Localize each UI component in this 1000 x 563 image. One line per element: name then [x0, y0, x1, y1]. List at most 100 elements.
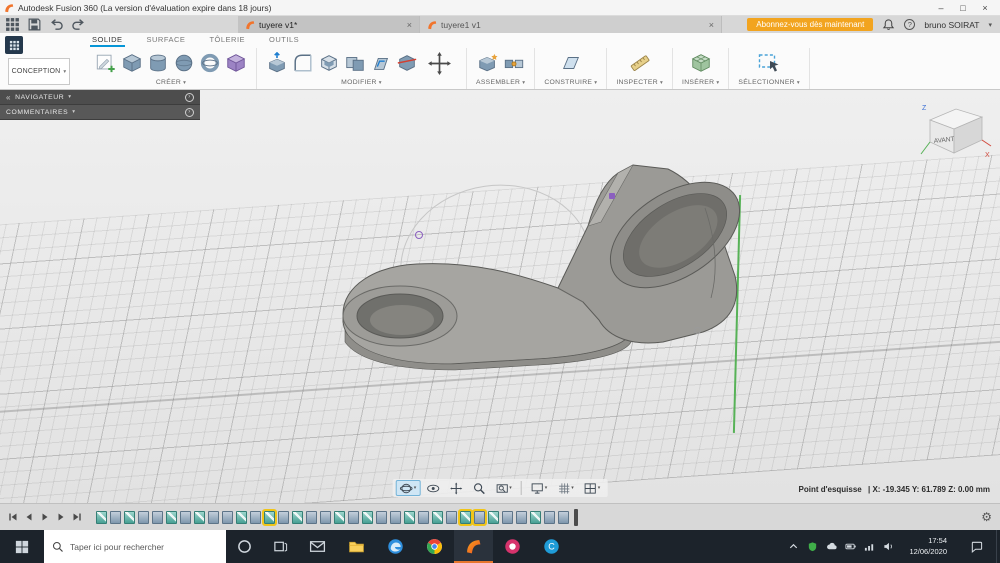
shield-tray-icon[interactable] [807, 541, 818, 552]
search-input[interactable] [70, 542, 218, 552]
close-tab-icon[interactable]: × [407, 20, 412, 30]
display-settings-button[interactable]: ▾ [527, 480, 552, 496]
box-tool-button[interactable] [121, 52, 143, 74]
timeline-feature-item[interactable] [110, 511, 121, 524]
timeline-position-marker[interactable] [574, 509, 578, 526]
timeline-feature-item[interactable] [558, 511, 569, 524]
select-window-tool-button[interactable] [756, 51, 782, 75]
battery-tray-icon[interactable] [845, 541, 856, 552]
close-tab-icon[interactable]: × [709, 20, 714, 30]
timeline-settings-icon[interactable]: ⚙ [981, 510, 992, 524]
file-explorer-taskbar-button[interactable] [337, 530, 376, 563]
timeline-sketch-item[interactable] [166, 511, 177, 524]
timeline-sketch-item[interactable] [124, 511, 135, 524]
maximize-button[interactable]: □ [952, 0, 974, 15]
timeline-feature-item[interactable] [390, 511, 401, 524]
timeline-feature-item[interactable] [320, 511, 331, 524]
timeline-sketch-item[interactable] [334, 511, 345, 524]
cortana-button[interactable] [226, 530, 262, 563]
timeline-feature-item[interactable] [348, 511, 359, 524]
timeline-feature-item[interactable] [152, 511, 163, 524]
grid-settings-button[interactable]: ▾ [553, 480, 578, 496]
collapse-panel-icon[interactable]: « [6, 93, 11, 102]
volume-tray-icon[interactable] [883, 541, 894, 552]
timeline-sketch-item[interactable] [488, 511, 499, 524]
minimize-button[interactable]: – [930, 0, 952, 15]
pan-button[interactable] [445, 480, 466, 496]
ribbon-group-label[interactable]: CONSTRUIRE▾ [544, 79, 597, 86]
timeline-sketch-item[interactable] [404, 511, 415, 524]
comments-panel-header[interactable]: COMMENTAIRES ▾ › [0, 105, 200, 120]
cad-model-tuyere[interactable] [333, 156, 748, 376]
help-icon[interactable]: ? [904, 19, 915, 30]
timeline-feature-item[interactable] [376, 511, 387, 524]
task-view-button[interactable] [262, 530, 298, 563]
cylinder-tool-button[interactable] [147, 52, 169, 74]
timeline-feature-item[interactable] [222, 511, 233, 524]
start-button[interactable] [0, 530, 44, 563]
timeline-sketch-item[interactable] [362, 511, 373, 524]
ribbon-group-label[interactable]: SÉLECTIONNER▾ [738, 79, 800, 86]
press-pull-tool-button[interactable] [266, 52, 288, 74]
offset-tool-button[interactable] [370, 52, 392, 74]
viewports-button[interactable]: ▾ [580, 480, 605, 496]
taskbar-search[interactable] [44, 530, 226, 563]
navigator-panel-header[interactable]: « NAVIGATEUR ▾ › [0, 90, 200, 105]
timeline-feature-item[interactable] [516, 511, 527, 524]
ribbon-tab[interactable]: OUTILS [267, 34, 301, 47]
joint-tool-button[interactable] [503, 52, 525, 74]
timeline-feature-item[interactable] [474, 511, 485, 524]
combine-tool-button[interactable] [344, 52, 366, 74]
capture-taskbar-button[interactable]: C [532, 530, 571, 563]
orbit-button[interactable]: ▾ [396, 480, 421, 496]
mail-taskbar-button[interactable] [298, 530, 337, 563]
coil-tool-button[interactable] [199, 52, 221, 74]
timeline-sketch-item[interactable] [236, 511, 247, 524]
timeline-feature-item[interactable] [250, 511, 261, 524]
timeline-sketch-item[interactable] [432, 511, 443, 524]
timeline-feature-item[interactable] [138, 511, 149, 524]
notifications-bell-icon[interactable] [882, 18, 895, 31]
plane-tool-button[interactable] [560, 52, 582, 74]
split-tool-button[interactable] [396, 52, 418, 74]
timeline-feature-item[interactable] [446, 511, 457, 524]
undo-button[interactable] [49, 17, 64, 32]
chevron-up-tray-icon[interactable] [788, 541, 799, 552]
view-cube[interactable]: Z AVANT X [916, 98, 992, 164]
timeline-sketch-item[interactable] [194, 511, 205, 524]
step-forward-button[interactable] [56, 512, 66, 522]
ribbon-group-label[interactable]: INSPECTER▾ [616, 79, 663, 86]
timeline-sketch-item[interactable] [96, 511, 107, 524]
timeline-feature-item[interactable] [502, 511, 513, 524]
workspace-selector[interactable]: CONCEPTION ▾ [8, 58, 70, 85]
save-button[interactable] [27, 17, 42, 32]
timeline-feature-item[interactable] [418, 511, 429, 524]
panel-expand-icon[interactable]: › [185, 93, 194, 102]
timeline-feature-item[interactable] [544, 511, 555, 524]
ribbon-tab[interactable]: SURFACE [145, 34, 188, 47]
look-at-button[interactable] [422, 480, 443, 496]
timeline-sketch-item[interactable] [292, 511, 303, 524]
sketch-tool-button[interactable] [95, 52, 117, 74]
insert-mesh-tool-button[interactable] [690, 52, 712, 74]
timeline-sketch-item[interactable] [530, 511, 541, 524]
step-back-button[interactable] [24, 512, 34, 522]
fillet-tool-button[interactable] [292, 52, 314, 74]
measure-tool-button[interactable] [629, 52, 651, 74]
timeline-sketch-item[interactable] [264, 511, 275, 524]
3d-viewport[interactable]: Z AVANT X ▾▾▾▾▾ Point d'esquisse | X: -1… [0, 90, 1000, 503]
skip-to-end-button[interactable] [72, 512, 82, 522]
subscribe-button[interactable]: Abonnez-vous dès maintenant [747, 18, 873, 31]
app-grid-button[interactable] [5, 17, 20, 32]
document-tab[interactable]: tuyere1 v1× [420, 16, 722, 33]
new-component-tool-button[interactable] [477, 52, 499, 74]
sketch-point[interactable] [609, 193, 615, 199]
timeline-feature-item[interactable] [278, 511, 289, 524]
edge-taskbar-button[interactable] [376, 530, 415, 563]
shell-tool-button[interactable] [318, 52, 340, 74]
ribbon-group-label[interactable]: MODIFIER▾ [341, 79, 382, 86]
cloud-tray-icon[interactable] [826, 541, 837, 552]
move-tool-button[interactable] [427, 51, 452, 76]
fusion-360-taskbar-button[interactable] [454, 530, 493, 563]
sphere-tool-button[interactable] [173, 52, 195, 74]
